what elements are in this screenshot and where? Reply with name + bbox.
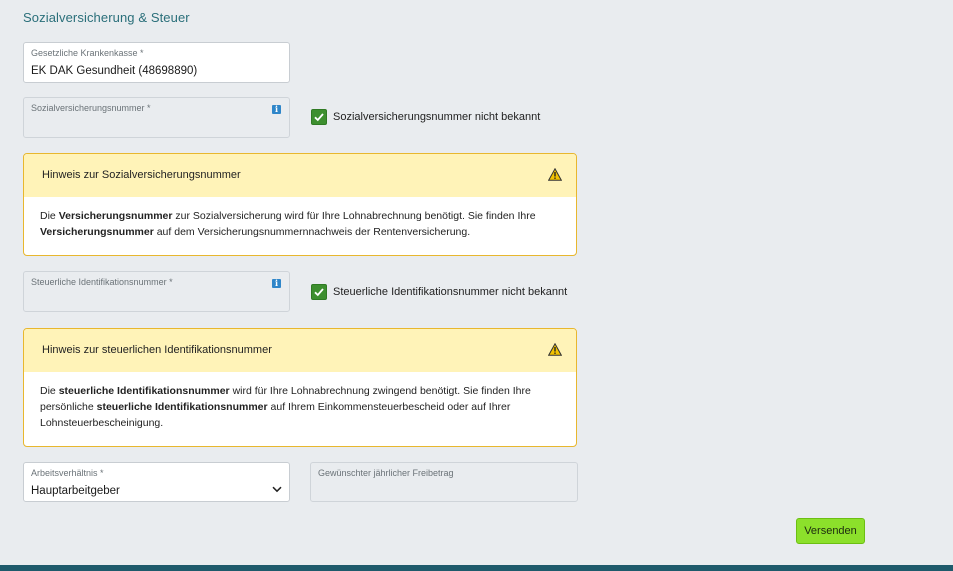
svnr-notice: Hinweis zur Sozialversicherungsnummer Di… — [23, 153, 577, 256]
notice-text: Die — [40, 210, 59, 222]
notice-bold: Versicherungsnummer — [58, 210, 173, 222]
steuerid-label: Steuerliche Identifikationsnummer * — [31, 277, 173, 287]
freibetrag-input[interactable]: Gewünschter jährlicher Freibetrag — [310, 462, 578, 502]
info-icon[interactable]: i — [272, 279, 281, 288]
svnr-input[interactable]: Sozialversicherungsnummer * i — [23, 97, 290, 138]
arbeitsverhaeltnis-label: Arbeitsverhältnis * — [31, 468, 104, 478]
notice-bold: Versicherungsnummer — [40, 226, 154, 238]
footer-bar — [0, 565, 953, 571]
svnr-notice-header: Hinweis zur Sozialversicherungsnummer — [24, 154, 576, 197]
notice-text: auf dem Versicherungsnummernnachweis der… — [153, 226, 471, 238]
submit-button[interactable]: Versenden — [796, 518, 865, 544]
warning-icon — [548, 168, 562, 181]
check-icon[interactable] — [311, 284, 327, 300]
section-title: Sozialversicherung & Steuer — [23, 10, 190, 25]
svnr-unknown-label: Sozialversicherungsnummer nicht bekannt — [333, 111, 541, 123]
notice-bold: steuerliche Identifikationsnummer — [58, 385, 230, 397]
info-icon[interactable]: i — [272, 105, 281, 114]
steuerid-notice-text: Die steuerliche Identifikationsnummer wi… — [24, 372, 576, 431]
notice-text: Die — [40, 385, 59, 397]
notice-text: zur Sozialversicherung wird für Ihre Loh… — [172, 210, 536, 222]
svnr-unknown-checkbox[interactable]: Sozialversicherungsnummer nicht bekannt — [311, 109, 540, 125]
krankenkasse-field[interactable]: Gesetzliche Krankenkasse * EK DAK Gesund… — [23, 42, 290, 83]
freibetrag-label: Gewünschter jährlicher Freibetrag — [318, 468, 454, 478]
check-icon[interactable] — [311, 109, 327, 125]
steuerid-input[interactable]: Steuerliche Identifikationsnummer * i — [23, 271, 290, 312]
krankenkasse-label: Gesetzliche Krankenkasse * — [31, 48, 144, 58]
steuerid-unknown-label: Steuerliche Identifikationsnummer nicht … — [333, 286, 568, 298]
svnr-notice-title: Hinweis zur Sozialversicherungsnummer — [42, 169, 241, 181]
arbeitsverhaeltnis-select[interactable]: Arbeitsverhältnis * Hauptarbeitgeber — [23, 462, 290, 502]
steuerid-notice-title: Hinweis zur steuerlichen Identifikations… — [42, 344, 272, 356]
chevron-down-icon[interactable] — [272, 486, 282, 493]
notice-bold: steuerliche Identifikationsnummer — [96, 401, 268, 413]
svnr-label: Sozialversicherungsnummer * — [31, 103, 151, 113]
krankenkasse-value: EK DAK Gesundheit (48698890) — [31, 65, 198, 77]
arbeitsverhaeltnis-value: Hauptarbeitgeber — [31, 485, 120, 497]
steuerid-unknown-checkbox[interactable]: Steuerliche Identifikationsnummer nicht … — [311, 284, 567, 300]
steuerid-notice: Hinweis zur steuerlichen Identifikations… — [23, 328, 577, 447]
steuerid-notice-header: Hinweis zur steuerlichen Identifikations… — [24, 329, 576, 372]
warning-icon — [548, 343, 562, 356]
svnr-notice-text: Die Versicherungsnummer zur Sozialversic… — [24, 197, 576, 240]
